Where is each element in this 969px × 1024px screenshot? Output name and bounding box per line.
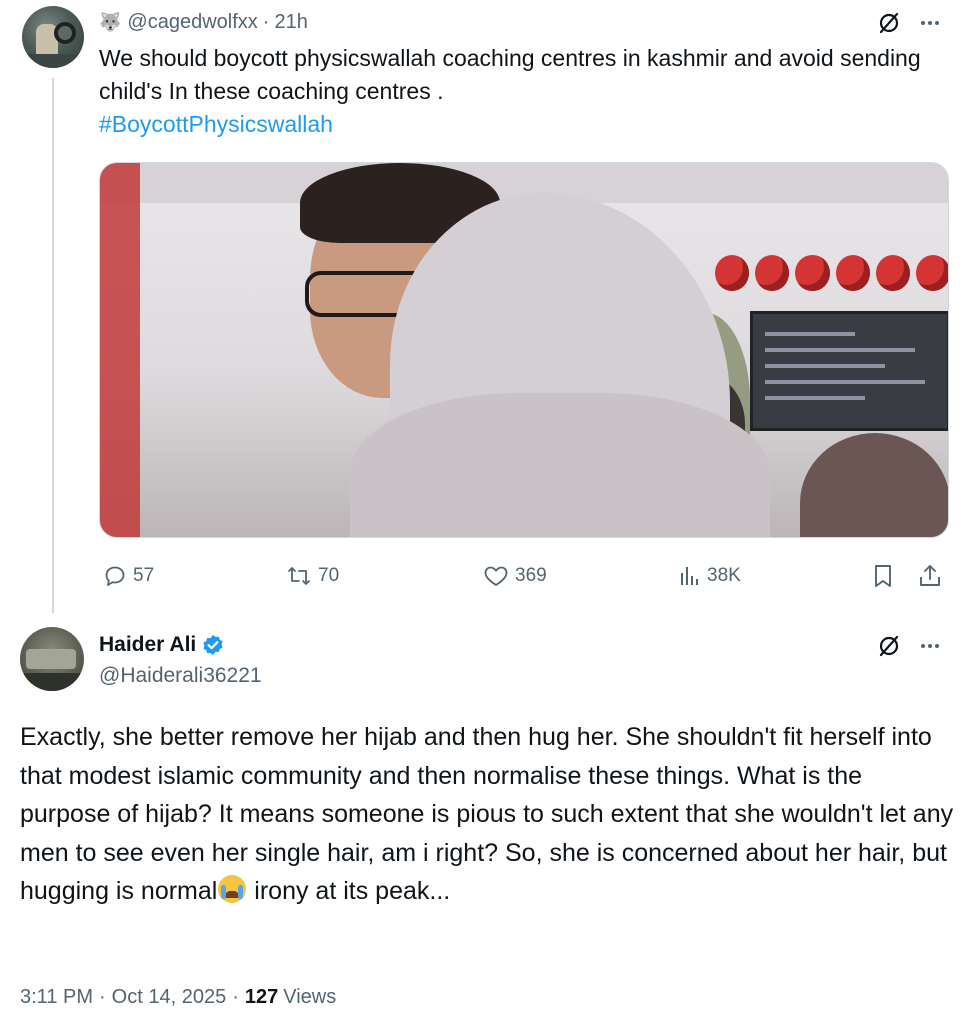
meta-separator: ·: [99, 985, 106, 1008]
parent-tweet-header: 🐺 @cagedwolfxx · 21h: [99, 9, 308, 35]
tweet-views-label: Views: [283, 985, 337, 1008]
media-red-wall: [100, 163, 140, 537]
repost-button[interactable]: 70: [286, 560, 339, 592]
thread-connector-line: [52, 78, 54, 613]
grok-icon[interactable]: [874, 8, 904, 38]
repost-count: 70: [318, 565, 340, 586]
meta-separator: ·: [232, 985, 239, 1008]
display-name[interactable]: Haider Ali: [99, 633, 196, 657]
tweet-media-image[interactable]: [99, 162, 949, 538]
grok-icon[interactable]: [874, 631, 904, 661]
tweet-action-bar: 57 70 369 38K: [99, 560, 949, 592]
tweet-metadata: 3:11 PM · Oct 14, 2025 · 127 Views: [20, 983, 336, 1011]
reply-avatar[interactable]: [20, 627, 84, 691]
parent-handle[interactable]: @cagedwolfxx: [127, 11, 257, 34]
media-background-person: [800, 433, 948, 537]
more-options-button[interactable]: [914, 631, 946, 661]
verified-badge-icon: [203, 635, 223, 655]
tweet-time[interactable]: 3:11 PM: [20, 986, 93, 1009]
wolf-icon: 🐺: [99, 11, 122, 32]
reply-body-end: irony at its peak...: [247, 877, 451, 905]
like-count: 369: [515, 565, 547, 586]
media-balloons: [715, 255, 948, 303]
reply-tweet-text: Exactly, she better remove her hijab and…: [20, 718, 955, 911]
crying-face-icon: [218, 875, 247, 903]
media-screen: [750, 311, 948, 431]
like-button[interactable]: 369: [483, 560, 547, 592]
reply-author-name[interactable]: Haider Ali: [99, 631, 224, 659]
bookmark-button[interactable]: [872, 560, 894, 592]
repost-icon: [288, 567, 310, 585]
avatar[interactable]: [22, 6, 84, 68]
parent-time[interactable]: 21h: [274, 11, 307, 34]
reply-handle[interactable]: @Haiderali36221: [99, 664, 262, 688]
avatar-landscape: [26, 649, 76, 669]
avatar-base: [20, 673, 84, 691]
reply-count: 57: [133, 565, 155, 586]
reply-button[interactable]: 57: [103, 560, 154, 592]
more-options-button[interactable]: [914, 8, 946, 38]
media-hijab-drape: [350, 393, 770, 537]
hashtag-link[interactable]: #BoycottPhysicswallah: [99, 108, 939, 141]
share-button[interactable]: [917, 560, 943, 592]
views-count: 38K: [707, 565, 741, 586]
views-button[interactable]: 38K: [679, 560, 741, 592]
tweet-views-count[interactable]: 127: [245, 986, 278, 1009]
heart-icon: [484, 566, 508, 586]
parent-tweet-text: We should boycott physicswallah coaching…: [99, 42, 939, 141]
avatar-wheel: [54, 22, 76, 44]
header-separator: ·: [262, 10, 270, 33]
parent-tweet-body: We should boycott physicswallah coaching…: [99, 45, 921, 104]
avatar-ground: [22, 54, 84, 68]
tweet-date[interactable]: Oct 14, 2025: [112, 986, 227, 1009]
share-icon: [920, 565, 940, 586]
reply-body: Exactly, she better remove her hijab and…: [20, 723, 954, 905]
views-chart-icon: [681, 567, 698, 585]
reply-icon: [105, 566, 125, 586]
bookmark-icon: [875, 565, 891, 587]
